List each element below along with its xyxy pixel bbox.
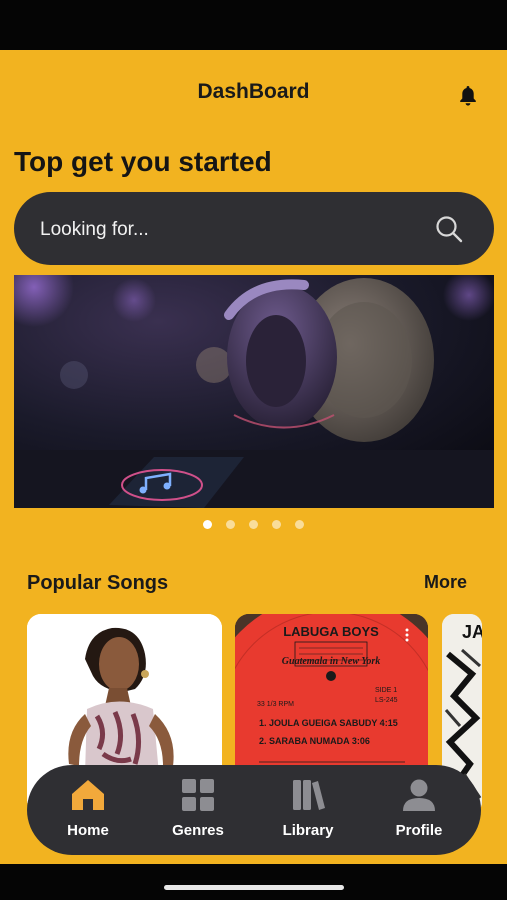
record-side-text: SIDE 1 <box>375 687 397 694</box>
track-1-text: 1. JOULA GUEIGA SABUDY 4:15 <box>259 718 398 728</box>
track-2-text: 2. SARABA NUMADA 3:06 <box>259 736 370 746</box>
nav-item-home[interactable]: Home <box>38 765 138 855</box>
carousel-dot[interactable] <box>203 520 212 529</box>
search-bar[interactable] <box>14 192 494 265</box>
nav-label-genres: Genres <box>172 822 224 839</box>
profile-icon <box>403 779 435 811</box>
nav-label-library: Library <box>282 822 334 839</box>
nav-label-home: Home <box>67 822 109 839</box>
library-icon <box>293 780 325 810</box>
home-indicator[interactable] <box>164 885 344 890</box>
carousel-indicator <box>203 520 304 530</box>
record-title-text: Guatemala in New York <box>282 656 380 667</box>
nav-item-library[interactable]: Library <box>258 765 358 855</box>
record-rpm-text: 33 1/3 RPM <box>257 701 294 708</box>
more-link[interactable]: More <box>424 572 467 593</box>
headphones-phone-image <box>14 275 494 508</box>
status-bar <box>0 0 507 50</box>
record-artist-text: LABUGA BOYS <box>283 624 379 639</box>
dashboard-screen: DashBoard Top get you started Looking fo… <box>0 50 507 864</box>
nav-item-profile[interactable]: Profile <box>369 765 469 855</box>
grid-icon <box>182 779 214 811</box>
carousel-dot[interactable] <box>226 520 235 529</box>
carousel-dot[interactable] <box>249 520 258 529</box>
search-input[interactable] <box>40 218 420 242</box>
search-icon[interactable] <box>434 214 464 244</box>
section-heading: Top get you started <box>14 146 272 177</box>
nav-item-genres[interactable]: Genres <box>148 765 248 855</box>
record-catalog-text: LS-245 <box>375 697 398 704</box>
popular-songs-heading: Popular Songs <box>27 572 169 594</box>
featured-banner[interactable] <box>14 275 494 508</box>
system-bottom-area <box>0 864 507 900</box>
carousel-dot[interactable] <box>272 520 281 529</box>
bell-icon[interactable] <box>456 84 480 108</box>
bottom-nav: Home Genres Library Profile <box>27 765 481 855</box>
home-icon <box>72 780 104 810</box>
album-art-text: JA <box>462 622 482 642</box>
nav-label-profile: Profile <box>395 822 443 839</box>
carousel-dot[interactable] <box>295 520 304 529</box>
page-title: DashBoard <box>197 80 310 103</box>
